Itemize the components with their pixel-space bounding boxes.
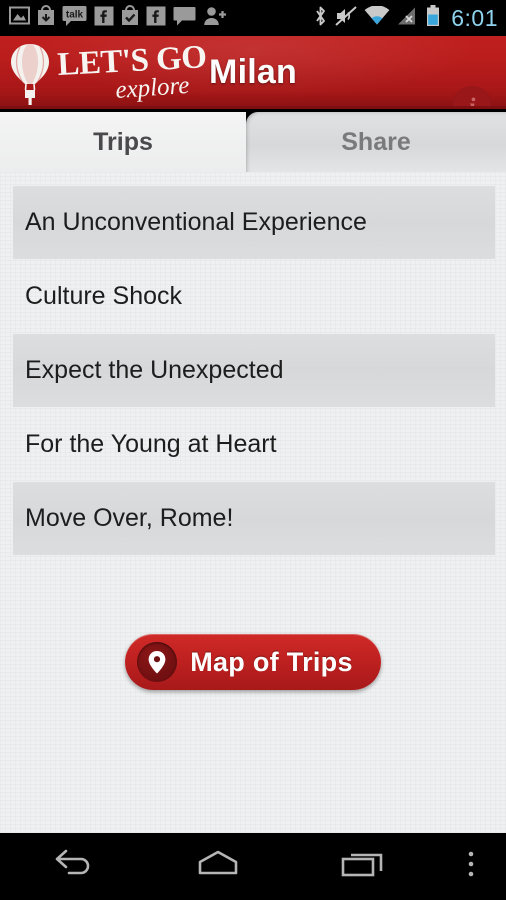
talk-icon: talk xyxy=(62,5,87,31)
list-item[interactable]: Move Over, Rome! xyxy=(13,481,495,555)
app-header: LET'S GO explore Milan i xyxy=(0,36,506,109)
info-button[interactable]: i xyxy=(451,85,493,109)
trip-title: Culture Shock xyxy=(25,281,183,310)
home-button[interactable] xyxy=(145,833,290,900)
hot-air-balloon-icon xyxy=(11,44,49,105)
add-contact-icon xyxy=(203,6,227,31)
trip-title: For the Young at Heart xyxy=(25,429,277,458)
map-of-trips-button[interactable]: Map of Trips xyxy=(125,634,381,690)
android-nav-bar xyxy=(0,833,506,900)
notification-icons: talk xyxy=(0,5,313,31)
svg-text:explore: explore xyxy=(115,72,191,104)
tab-trips-label: Trips xyxy=(93,127,153,156)
svg-text:i: i xyxy=(469,94,476,109)
list-item[interactable]: Expect the Unexpected xyxy=(13,333,495,407)
message-icon xyxy=(173,6,196,31)
gallery-icon xyxy=(9,6,30,30)
svg-text:talk: talk xyxy=(66,10,84,21)
map-button-container: Map of Trips xyxy=(0,634,506,690)
list-item[interactable]: For the Young at Heart xyxy=(0,407,506,481)
trip-title: Move Over, Rome! xyxy=(25,503,234,532)
volume-muted-icon xyxy=(335,5,357,31)
back-arrow-icon xyxy=(49,848,97,885)
facebook-icon xyxy=(94,6,114,31)
download-icon xyxy=(37,5,55,31)
recents-icon xyxy=(337,848,389,885)
overflow-menu-icon xyxy=(466,848,476,885)
status-bar: talk 6:01 xyxy=(0,0,506,36)
facebook-icon-2 xyxy=(146,6,166,31)
tab-share[interactable]: Share xyxy=(246,112,506,172)
trip-title: An Unconventional Experience xyxy=(25,207,367,236)
bluetooth-icon xyxy=(313,5,328,32)
map-button-label: Map of Trips xyxy=(190,646,353,677)
home-icon xyxy=(192,848,244,885)
list-item[interactable]: An Unconventional Experience xyxy=(13,185,495,259)
overflow-button[interactable] xyxy=(436,833,506,900)
tab-share-label: Share xyxy=(341,127,411,156)
tab-bar: Trips Share xyxy=(0,112,506,172)
recents-button[interactable] xyxy=(291,833,436,900)
system-status-icons: 6:01 xyxy=(313,4,506,32)
trip-title: Expect the Unexpected xyxy=(25,355,284,384)
battery-icon xyxy=(426,4,440,32)
cellular-no-signal-icon xyxy=(397,6,419,31)
content-area: An Unconventional Experience Culture Sho… xyxy=(0,172,506,833)
tab-trips[interactable]: Trips xyxy=(0,112,246,172)
list-item[interactable]: Culture Shock xyxy=(0,259,506,333)
wifi-icon xyxy=(364,4,390,31)
back-button[interactable] xyxy=(0,833,145,900)
status-clock: 6:01 xyxy=(451,4,498,31)
app-logo: LET'S GO explore xyxy=(8,39,214,106)
map-pin-icon xyxy=(137,642,178,682)
trip-list: An Unconventional Experience Culture Sho… xyxy=(0,172,506,555)
play-store-icon xyxy=(121,5,139,31)
phone-screen: talk 6:01 LET'S GO explore Milan i Trips… xyxy=(0,0,506,900)
